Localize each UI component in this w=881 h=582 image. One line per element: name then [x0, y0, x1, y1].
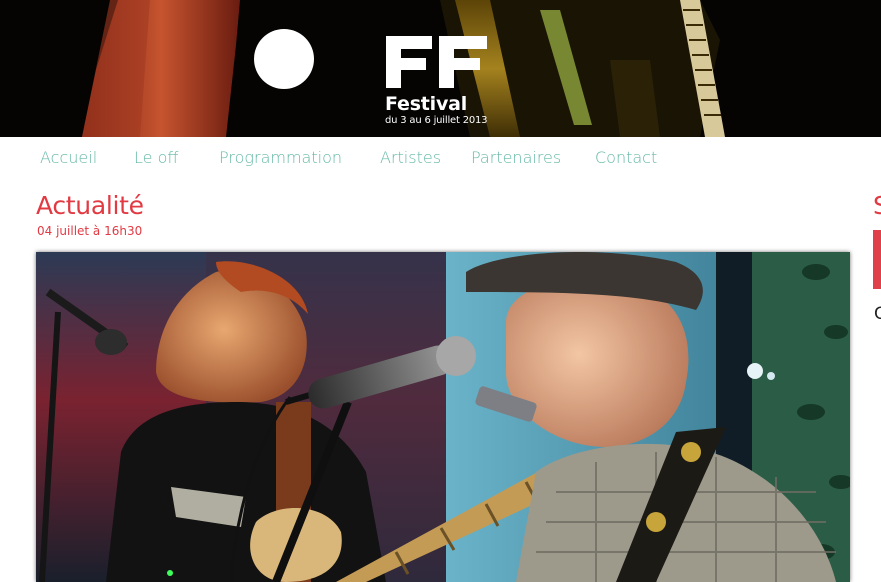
ff-logo-mark: FF: [386, 36, 487, 88]
nav-item-contact[interactable]: Contact: [595, 148, 657, 168]
nav-item-partenaires[interactable]: Partenaires: [471, 148, 561, 168]
sidebar-heading: S: [873, 191, 881, 220]
nav-item-programmation[interactable]: Programmation: [219, 148, 342, 168]
post-date: 04 juillet à 16h30: [37, 224, 143, 238]
nav-item-accueil[interactable]: Accueil: [40, 148, 97, 168]
news-photo[interactable]: [36, 252, 850, 582]
header-banner: FF Festival du 3 au 6 juillet 2013: [0, 0, 881, 137]
sidebar-accent-bar: [873, 230, 881, 289]
nav-item-artistes[interactable]: Artistes: [380, 148, 441, 168]
nav-item-le-off[interactable]: Le off: [134, 148, 178, 168]
section-title: Actualité: [36, 191, 144, 220]
logo-circle: [254, 29, 314, 89]
sidebar-text: C: [874, 304, 881, 324]
main-navigation: Accueil Le off Programmation Artistes Pa…: [0, 137, 881, 181]
festival-name: Festival: [385, 93, 468, 115]
concert-photo-image: [36, 252, 850, 582]
festival-dates: du 3 au 6 juillet 2013: [385, 115, 488, 126]
